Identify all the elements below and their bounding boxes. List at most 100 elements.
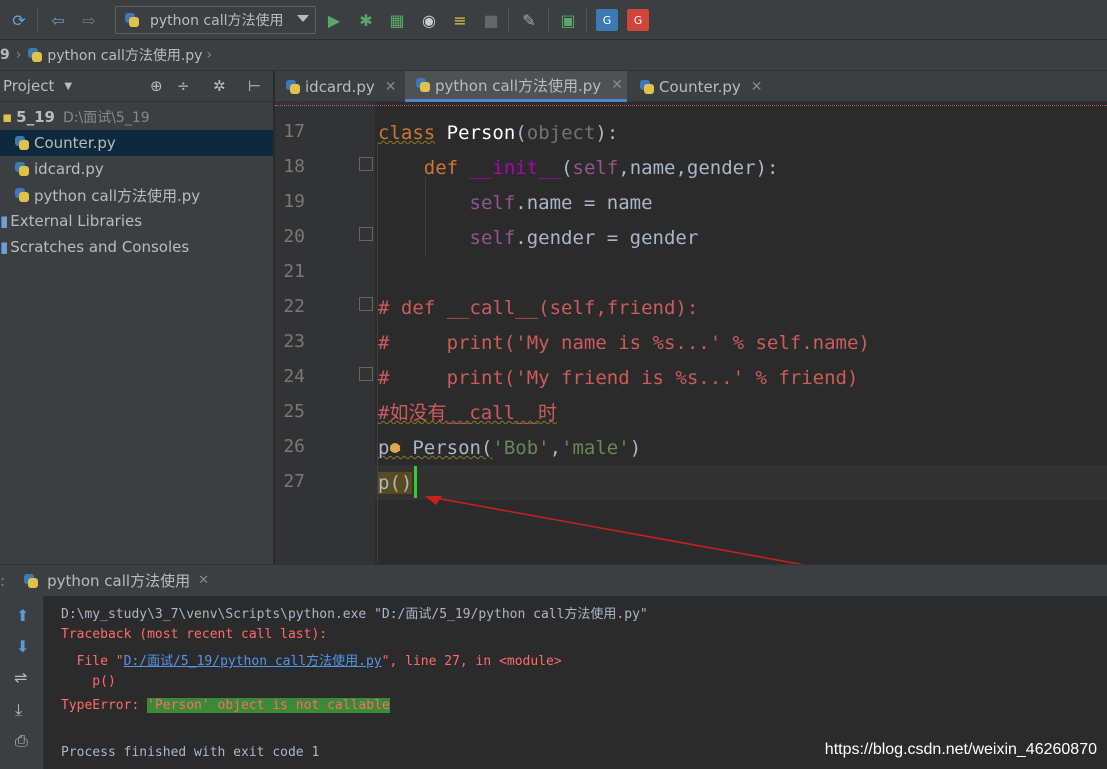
python-file-icon <box>285 79 301 95</box>
code-token: self <box>572 157 619 179</box>
code-token: ): <box>595 122 619 144</box>
scroll-up-icon[interactable]: ⬆ <box>16 606 29 625</box>
scroll-to-end-icon[interactable]: ⤓ <box>15 700 22 720</box>
tree-root[interactable]: ▪ 5_19 D:\面试\5_19 <box>0 104 273 130</box>
chevron-down-icon[interactable]: ▼ <box>64 81 72 92</box>
stop-icon[interactable]: ■ <box>480 9 502 31</box>
toolbar-separator <box>37 8 38 32</box>
code-line-24: # print('My friend is %s...' % friend) <box>378 367 859 389</box>
code-token: class <box>378 122 436 144</box>
scroll-down-icon[interactable]: ⬇ <box>16 637 29 656</box>
fold-marker-icon[interactable] <box>359 157 373 171</box>
tab-label: Counter.py <box>659 77 741 96</box>
breadcrumb-chevron-icon: › <box>15 47 22 63</box>
run-label-colon: : <box>0 571 6 590</box>
code-token: object <box>526 122 596 144</box>
lightbulb-icon[interactable] <box>390 443 400 453</box>
tree-item-label: idcard.py <box>34 160 104 178</box>
debug-icon[interactable]: ✱ <box>355 9 377 31</box>
console-error-prefix: TypeError: <box>61 698 148 713</box>
code-line-27: p() <box>378 466 413 501</box>
tab-counter[interactable]: Counter.py ✕ <box>629 71 765 102</box>
main-toolbar: ⟳ ⇦ ⇨ python call方法使用 ▶ ✱ ▦ ◉ ≡ ■ ✎ ▣ G … <box>0 0 1107 40</box>
fold-marker-icon[interactable] <box>359 227 373 241</box>
code-line-20: self.gender = gender <box>378 221 699 256</box>
tab-python-call[interactable]: python call方法使用.py ✕ <box>405 71 627 102</box>
python-file-icon <box>23 573 39 589</box>
python-file-icon <box>124 12 140 28</box>
coverage-icon[interactable]: ▦ <box>386 9 408 31</box>
code-line-18: def __init__(self,name,gender): <box>378 151 779 186</box>
close-icon[interactable]: ✕ <box>198 573 209 588</box>
fold-marker-icon[interactable] <box>359 297 373 311</box>
python-file-icon <box>14 161 30 177</box>
close-icon[interactable]: ✕ <box>385 79 397 95</box>
build-icon[interactable]: ≡ <box>449 9 471 31</box>
sync-icon[interactable]: ⟳ <box>8 9 30 31</box>
collapse-icon[interactable]: ÷ <box>177 77 190 95</box>
watermark: https://blog.csdn.net/weixin_46260870 <box>824 741 1097 758</box>
breadcrumb-file[interactable]: python call方法使用.py <box>47 45 202 65</box>
console-error-line: TypeError: 'Person' object is not callab… <box>61 698 390 713</box>
tree-item-python-call[interactable]: python call方法使用.py <box>0 182 273 208</box>
line-number: 26 <box>283 436 305 457</box>
tab-idcard[interactable]: idcard.py ✕ <box>275 71 403 102</box>
fold-marker-icon[interactable] <box>359 367 373 381</box>
code-token: __init__ <box>469 157 562 179</box>
settings-icon[interactable]: ✎ <box>518 9 540 31</box>
scratches-icon: ▮ <box>0 238 9 256</box>
python-file-icon <box>14 187 30 203</box>
code-token: ( <box>561 157 573 179</box>
code-token: .gender = gender <box>515 227 699 249</box>
tree-item-scratches[interactable]: ▮ Scratches and Consoles <box>0 234 273 260</box>
code-token: ( <box>515 122 527 144</box>
console-command: D:\my_study\3_7\venv\Scripts\python.exe … <box>61 607 648 622</box>
run-configuration-select[interactable]: python call方法使用 <box>115 6 316 34</box>
python-file-icon <box>415 77 431 93</box>
soft-wrap-icon[interactable]: ⇌ <box>14 668 27 687</box>
line-number: 16 <box>275 102 305 107</box>
locate-icon[interactable]: ⊕ <box>150 77 163 95</box>
line-number: 17 <box>283 121 305 142</box>
profile-icon[interactable]: ◉ <box>418 9 440 31</box>
breadcrumb: 9 › python call方法使用.py › <box>0 40 1107 71</box>
hide-panel-icon[interactable]: ⊢ <box>248 77 261 95</box>
chevron-down-icon <box>297 15 309 22</box>
tree-item-external-libraries[interactable]: ▮ External Libraries <box>0 208 273 234</box>
tree-item-idcard[interactable]: idcard.py <box>0 156 273 182</box>
translate-alt-icon[interactable]: G <box>627 9 649 31</box>
folder-icon: ▪ <box>2 108 13 126</box>
code-editor[interactable]: 16 17 18 19 20 21 22 23 24 25 26 27 clas… <box>275 102 1107 564</box>
code-token: p() <box>378 472 413 494</box>
close-icon[interactable]: ✕ <box>751 79 763 95</box>
code-line-17: class Person(object): <box>378 116 618 151</box>
breadcrumb-prefix[interactable]: 9 <box>0 47 10 63</box>
python-file-icon <box>27 47 43 63</box>
console-file-link[interactable]: D:/面试/5_19/python call方法使用.py <box>124 654 382 669</box>
gear-icon[interactable]: ✲ <box>213 77 226 95</box>
run-icon[interactable]: ▶ <box>323 9 345 31</box>
code-token: .name = name <box>515 192 653 214</box>
python-file-icon <box>639 79 655 95</box>
console-file-suffix: ", line 27, in <module> <box>381 654 562 669</box>
tree-item-label: Scratches and Consoles <box>10 238 190 256</box>
project-view-selector[interactable]: Project <box>3 77 54 95</box>
breadcrumb-chevron-icon: › <box>206 47 213 63</box>
translate-icon[interactable]: G <box>596 9 618 31</box>
code-token: self <box>469 227 516 249</box>
run-tool-header: : python call方法使用 ✕ <box>0 564 1107 596</box>
tree-item-counter[interactable]: Counter.py <box>0 130 273 156</box>
sdk-icon[interactable]: ▣ <box>557 9 579 31</box>
tree-item-label: python call方法使用.py <box>34 186 201 205</box>
tree-item-label: Counter.py <box>34 134 116 152</box>
run-tab-label[interactable]: python call方法使用 <box>47 570 190 591</box>
code-line-22: # def __call__(self,friend): <box>378 297 699 319</box>
forward-icon[interactable]: ⇨ <box>78 9 100 31</box>
line-number: 22 <box>283 296 305 317</box>
print-icon[interactable]: ⎙ <box>15 731 28 751</box>
back-icon[interactable]: ⇦ <box>47 9 69 31</box>
close-icon[interactable]: ✕ <box>611 77 623 93</box>
line-number: 24 <box>283 366 305 387</box>
line-number: 27 <box>283 471 305 492</box>
editor-tab-bar: idcard.py ✕ python call方法使用.py ✕ Counter… <box>275 71 1107 102</box>
